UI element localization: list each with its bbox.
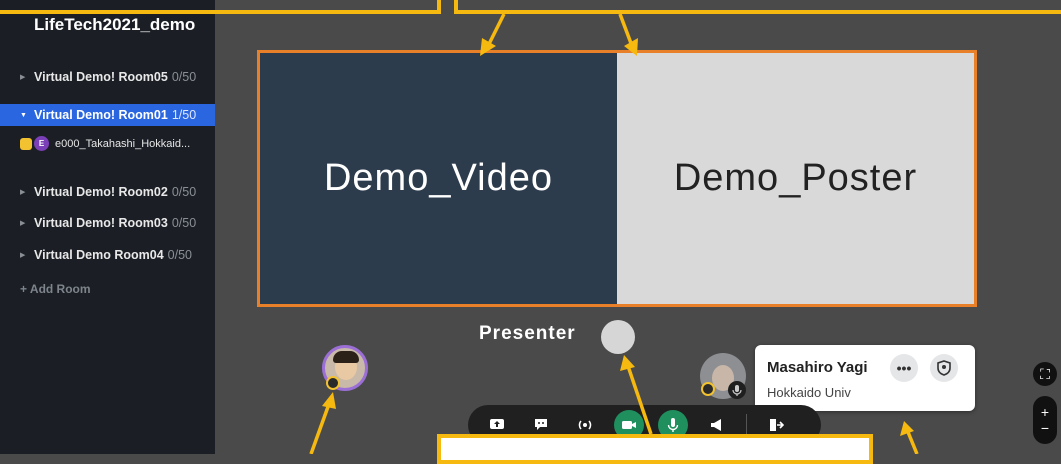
arrow-to-presenter — [626, 365, 653, 435]
arrowhead — [620, 355, 635, 371]
arrow-to-poster — [618, 13, 634, 47]
arrowhead — [480, 38, 496, 56]
arrowhead — [322, 392, 336, 409]
arrow-to-video — [486, 13, 506, 47]
arrow-to-card — [906, 431, 919, 454]
arrow-to-self — [309, 403, 331, 454]
annotation-arrows — [309, 13, 919, 454]
